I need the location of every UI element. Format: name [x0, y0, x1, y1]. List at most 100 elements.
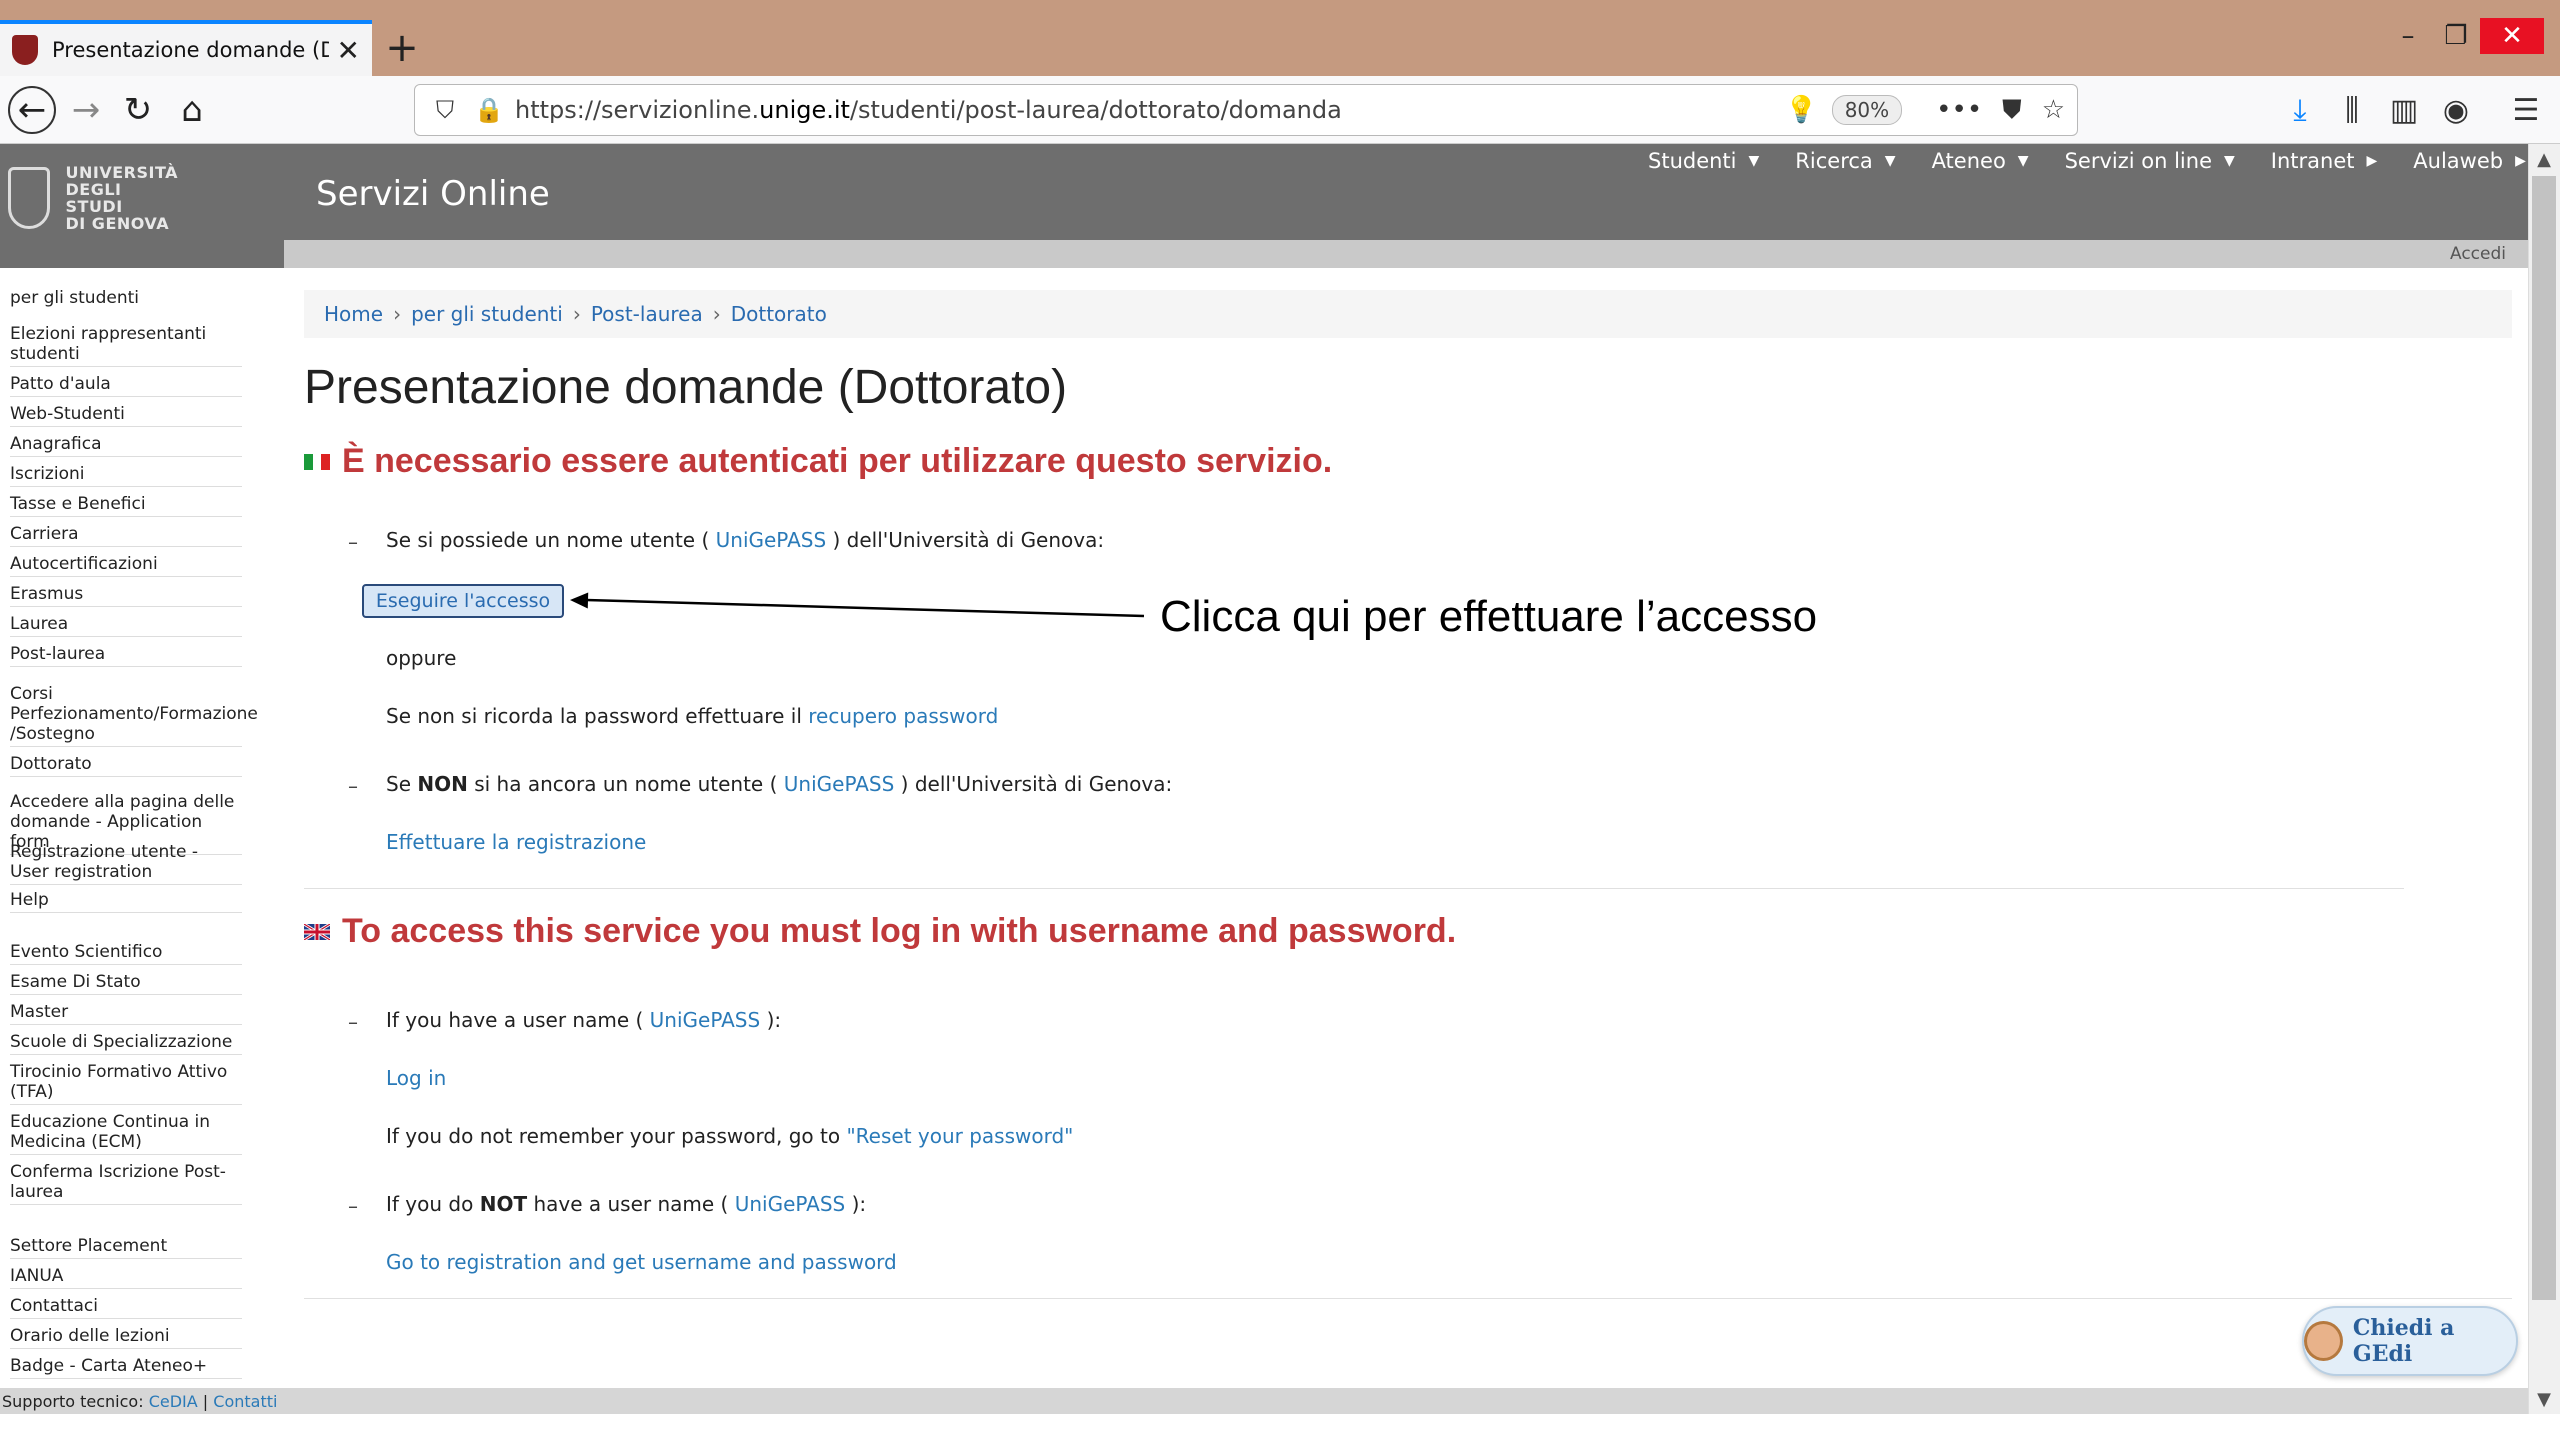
menu-studenti[interactable]: Studenti ▼ [1630, 146, 1777, 176]
registration-link-it[interactable]: Effettuare la registrazione [386, 830, 646, 854]
menu-icon[interactable]: ☰ [2504, 88, 2548, 132]
sidebar-item-placement[interactable]: Settore Placement [10, 1236, 242, 1259]
tracking-shield-icon[interactable]: ⛉ [427, 96, 463, 124]
login-bar [284, 240, 2528, 268]
sidebar-item-master[interactable]: Master [10, 1002, 242, 1025]
breadcrumb-dottorato[interactable]: Dottorato [731, 302, 827, 326]
sidebar-item-scuole-specializzazione[interactable]: Scuole di Specializzazione [10, 1032, 242, 1055]
sidebar-item-dottorato[interactable]: Dottorato [10, 754, 242, 777]
restore-icon[interactable]: ❐ [2428, 18, 2484, 54]
back-icon[interactable]: ← [8, 86, 56, 134]
breadcrumb: Home › per gli studenti › Post-laurea › … [304, 290, 2512, 338]
login-button[interactable]: Eseguire l'accesso [362, 584, 564, 618]
close-tab-icon[interactable]: ✕ [337, 34, 360, 67]
scroll-down-icon[interactable]: ▼ [2530, 1384, 2558, 1414]
scroll-up-icon[interactable]: ▲ [2530, 144, 2558, 174]
menu-ricerca[interactable]: Ricerca ▼ [1777, 146, 1913, 176]
new-tab-button[interactable]: + [376, 22, 428, 74]
zoom-level[interactable]: 80% [1831, 95, 1903, 125]
contatti-link[interactable]: Contatti [213, 1392, 277, 1411]
registration-link-en[interactable]: Go to registration and get username and … [386, 1250, 897, 1274]
page-actions-icon[interactable]: ••• [1936, 95, 1982, 125]
library-icon[interactable]: ⫼ [2330, 88, 2374, 132]
bookmark-star-icon[interactable]: ☆ [2042, 95, 2065, 125]
annotation-arrow [570, 592, 1145, 618]
section-divider [304, 1298, 2512, 1299]
window-close-icon[interactable]: ✕ [2480, 18, 2544, 54]
sidebar-toggle-icon[interactable]: ▥ [2382, 88, 2426, 132]
uk-flag-icon [304, 923, 330, 940]
top-menu: Studenti ▼ Ricerca ▼ Ateneo ▼ Servizi on li… [1630, 146, 2544, 176]
sidebar-item-contattaci[interactable]: Contattaci [10, 1296, 242, 1319]
sidebar-item-laurea[interactable]: Laurea [10, 614, 242, 637]
sidebar-item-evento-scientifico[interactable]: Evento Scientifico [10, 942, 242, 965]
section-divider [304, 888, 2404, 889]
accedi-link[interactable]: Accedi [2448, 242, 2528, 266]
no-user-text-en: If you do NOT have a user name ( UniGePA… [386, 1192, 867, 1216]
tab-title: Presentazione domande (Dotto [52, 38, 329, 62]
caret-down-icon: ▼ [2017, 153, 2029, 169]
sidebar-item-ianua[interactable]: IANUA [10, 1266, 242, 1289]
university-emblem-icon [8, 167, 50, 229]
sidebar-item-anagrafica[interactable]: Anagrafica [10, 434, 242, 457]
login-link-en[interactable]: Log in [386, 1066, 446, 1090]
breadcrumb-home[interactable]: Home [324, 302, 383, 326]
recupero-password-link[interactable]: recupero password [808, 704, 998, 728]
breadcrumb-post-laurea[interactable]: Post-laurea [591, 302, 703, 326]
sidebar-item-tfa[interactable]: Tirocinio Formativo Attivo (TFA) [10, 1062, 242, 1105]
italian-flag-icon [304, 453, 331, 470]
breadcrumb-per-gli-studenti[interactable]: per gli studenti [411, 302, 563, 326]
home-icon[interactable]: ⌂ [168, 86, 216, 134]
url-bar[interactable]: ⛉ 🔒 https://servizionline.unige.it/stude… [414, 84, 2078, 136]
university-logo[interactable]: UNIVERSITÀ DEGLI STUDI DI GENOVA [8, 158, 178, 238]
no-user-text-it: Se NON si ha ancora un nome utente ( Uni… [386, 772, 1173, 796]
unigepass-link[interactable]: UniGePASS [784, 772, 895, 796]
lightbulb-icon[interactable]: 💡 [1785, 95, 1817, 125]
sidebar-item-orario-lezioni[interactable]: Orario delle lezioni [10, 1326, 242, 1349]
sidebar-item-elezioni[interactable]: Elezioni rappresentanti studenti [10, 324, 242, 367]
sidebar-item-carriera[interactable]: Carriera [10, 524, 242, 547]
reset-password-link[interactable]: "Reset your password" [846, 1124, 1073, 1148]
account-icon[interactable]: ◉ [2434, 88, 2478, 132]
site-favicon-icon [12, 35, 38, 65]
sidebar-item-tasse[interactable]: Tasse e Benefici [10, 494, 242, 517]
sidebar-item-registrazione[interactable]: Registrazione utente - User registration [10, 842, 242, 885]
page-title: Presentazione domande (Dottorato) [304, 361, 1068, 414]
scrollbar-thumb[interactable] [2532, 176, 2556, 1300]
pocket-icon[interactable]: ⛊ [2002, 95, 2022, 126]
menu-intranet[interactable]: Intranet ▶ [2253, 146, 2395, 176]
menu-aulaweb[interactable]: Aulaweb ▶ [2395, 146, 2544, 176]
caret-down-icon: ▼ [2224, 153, 2235, 169]
footer: Supporto tecnico: CeDIA | Contatti [0, 1388, 2528, 1414]
menu-servizi-on-line[interactable]: Servizi on line ▼ [2047, 146, 2253, 176]
unigepass-link[interactable]: UniGePASS [735, 1192, 846, 1216]
sidebar-item-help[interactable]: Help [10, 890, 242, 913]
url-text[interactable]: https://servizionline.unige.it/studenti/… [515, 96, 1765, 124]
sidebar-item-iscrizioni[interactable]: Iscrizioni [10, 464, 242, 487]
sidebar-item-erasmus[interactable]: Erasmus [10, 584, 242, 607]
sidebar-item-post-laurea[interactable]: Post-laurea [10, 644, 242, 667]
browser-tab[interactable]: Presentazione domande (Dotto ✕ [0, 20, 372, 76]
oppure-text: oppure [386, 646, 457, 670]
sidebar-item-autocertificazioni[interactable]: Autocertificazioni [10, 554, 242, 577]
caret-down-icon: ▼ [1748, 153, 1760, 169]
sidebar-item-badge[interactable]: Badge - Carta Ateneo+ [10, 1356, 242, 1379]
sidebar-item-per-gli-studenti[interactable]: per gli studenti [10, 288, 242, 310]
menu-ateneo[interactable]: Ateneo ▼ [1914, 146, 2047, 176]
unigepass-link[interactable]: UniGePASS [716, 528, 827, 552]
sidebar-item-corsi-perfezionamento[interactable]: Corsi Perfezionamento/Formazione /Sosteg… [10, 684, 258, 747]
sidebar-item-patto-aula[interactable]: Patto d'aula [10, 374, 242, 397]
caret-right-icon: ▶ [2515, 153, 2526, 169]
forgot-text-en: If you do not remember your password, go… [386, 1124, 1074, 1148]
reload-icon[interactable]: ↻ [114, 86, 162, 134]
forward-icon[interactable]: → [62, 86, 110, 134]
unigepass-link[interactable]: UniGePASS [650, 1008, 761, 1032]
sidebar-item-ecm[interactable]: Educazione Continua in Medicina (ECM) [10, 1112, 242, 1155]
lock-icon[interactable]: 🔒 [471, 96, 507, 124]
download-icon[interactable]: ⤓ [2278, 88, 2322, 132]
chat-gedi-button[interactable]: Chiedi a GEdi [2302, 1306, 2518, 1376]
cedia-link[interactable]: CeDIA [149, 1392, 198, 1411]
sidebar-item-web-studenti[interactable]: Web-Studenti [10, 404, 242, 427]
sidebar-item-esame-di-stato[interactable]: Esame Di Stato [10, 972, 242, 995]
sidebar-item-conferma-iscrizione[interactable]: Conferma Iscrizione Post-laurea [10, 1162, 242, 1205]
